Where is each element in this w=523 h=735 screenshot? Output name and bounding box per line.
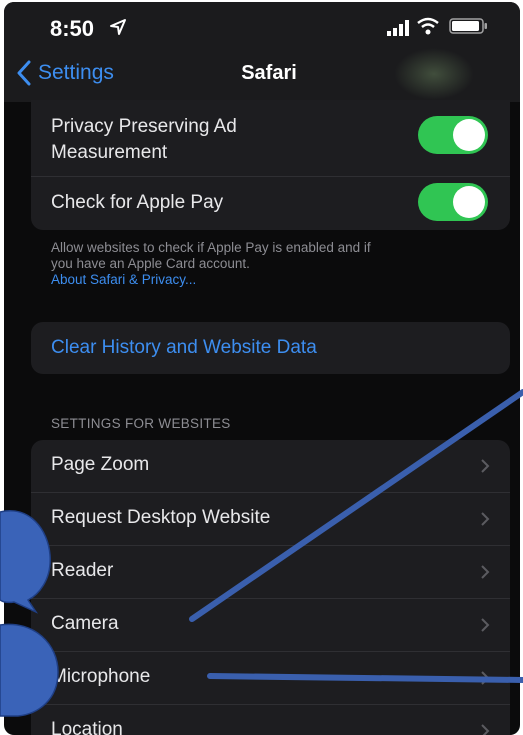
footnote-line2: you have an Apple Card account. — [51, 256, 250, 271]
battery-icon — [449, 18, 487, 34]
privacy-ad-label-line1: Privacy Preserving Ad — [51, 116, 237, 137]
request-desktop-label: Request Desktop Website — [51, 507, 271, 528]
websites-section-header: SETTINGS FOR WEBSITES — [51, 416, 231, 431]
toggle-knob — [453, 119, 485, 151]
navigation-bar: Settings Safari — [4, 50, 520, 100]
reader-label: Reader — [51, 560, 114, 581]
chevron-right-icon — [481, 724, 490, 735]
reader-row[interactable]: Reader — [31, 546, 510, 599]
privacy-ad-measurement-row: Privacy Preserving Ad Measurement — [31, 100, 510, 177]
page-title: Safari — [241, 62, 297, 84]
clear-history-button[interactable]: Clear History and Website Data — [31, 322, 510, 374]
status-time: 8:50 — [50, 16, 95, 41]
microphone-label: Microphone — [51, 666, 151, 687]
apple-pay-toggle[interactable] — [418, 183, 488, 221]
status-bar: 8:50 — [4, 2, 520, 50]
cellular-signal-icon — [387, 20, 409, 36]
footnote-line1: Allow websites to check if Apple Pay is … — [51, 240, 371, 255]
about-privacy-link[interactable]: About Safari & Privacy... — [51, 272, 491, 288]
chevron-right-icon — [481, 565, 490, 579]
apple-pay-row: Check for Apple Pay — [31, 177, 510, 230]
clear-history-group: Clear History and Website Data — [31, 322, 510, 374]
request-desktop-row[interactable]: Request Desktop Website — [31, 493, 510, 546]
apple-pay-label: Check for Apple Pay — [51, 192, 224, 213]
chevron-right-icon — [481, 618, 490, 632]
toggle-knob — [453, 186, 485, 218]
chevron-right-icon — [481, 512, 490, 526]
apple-pay-footnote: Allow websites to check if Apple Pay is … — [51, 240, 491, 288]
page-zoom-row[interactable]: Page Zoom — [31, 440, 510, 493]
websites-settings-group: Page Zoom Request Desktop Website Reader… — [31, 440, 510, 735]
privacy-ad-toggle[interactable] — [418, 116, 488, 154]
location-label: Location — [51, 719, 123, 735]
page-zoom-label: Page Zoom — [51, 454, 150, 475]
privacy-ad-label-line2: Measurement — [51, 142, 168, 163]
location-arrow-icon — [110, 19, 126, 35]
chevron-right-icon — [481, 459, 490, 473]
camera-row[interactable]: Camera — [31, 599, 510, 652]
chevron-right-icon — [481, 671, 490, 685]
phone-screen: 8:50 Settings Safari Privacy Preserving … — [4, 2, 520, 735]
microphone-row[interactable]: Microphone — [31, 652, 510, 705]
clear-history-label: Clear History and Website Data — [51, 337, 317, 358]
wifi-icon — [417, 17, 439, 35]
camera-label: Camera — [51, 613, 119, 634]
location-row[interactable]: Location — [31, 705, 510, 735]
privacy-group: Privacy Preserving Ad Measurement Check … — [31, 100, 510, 230]
